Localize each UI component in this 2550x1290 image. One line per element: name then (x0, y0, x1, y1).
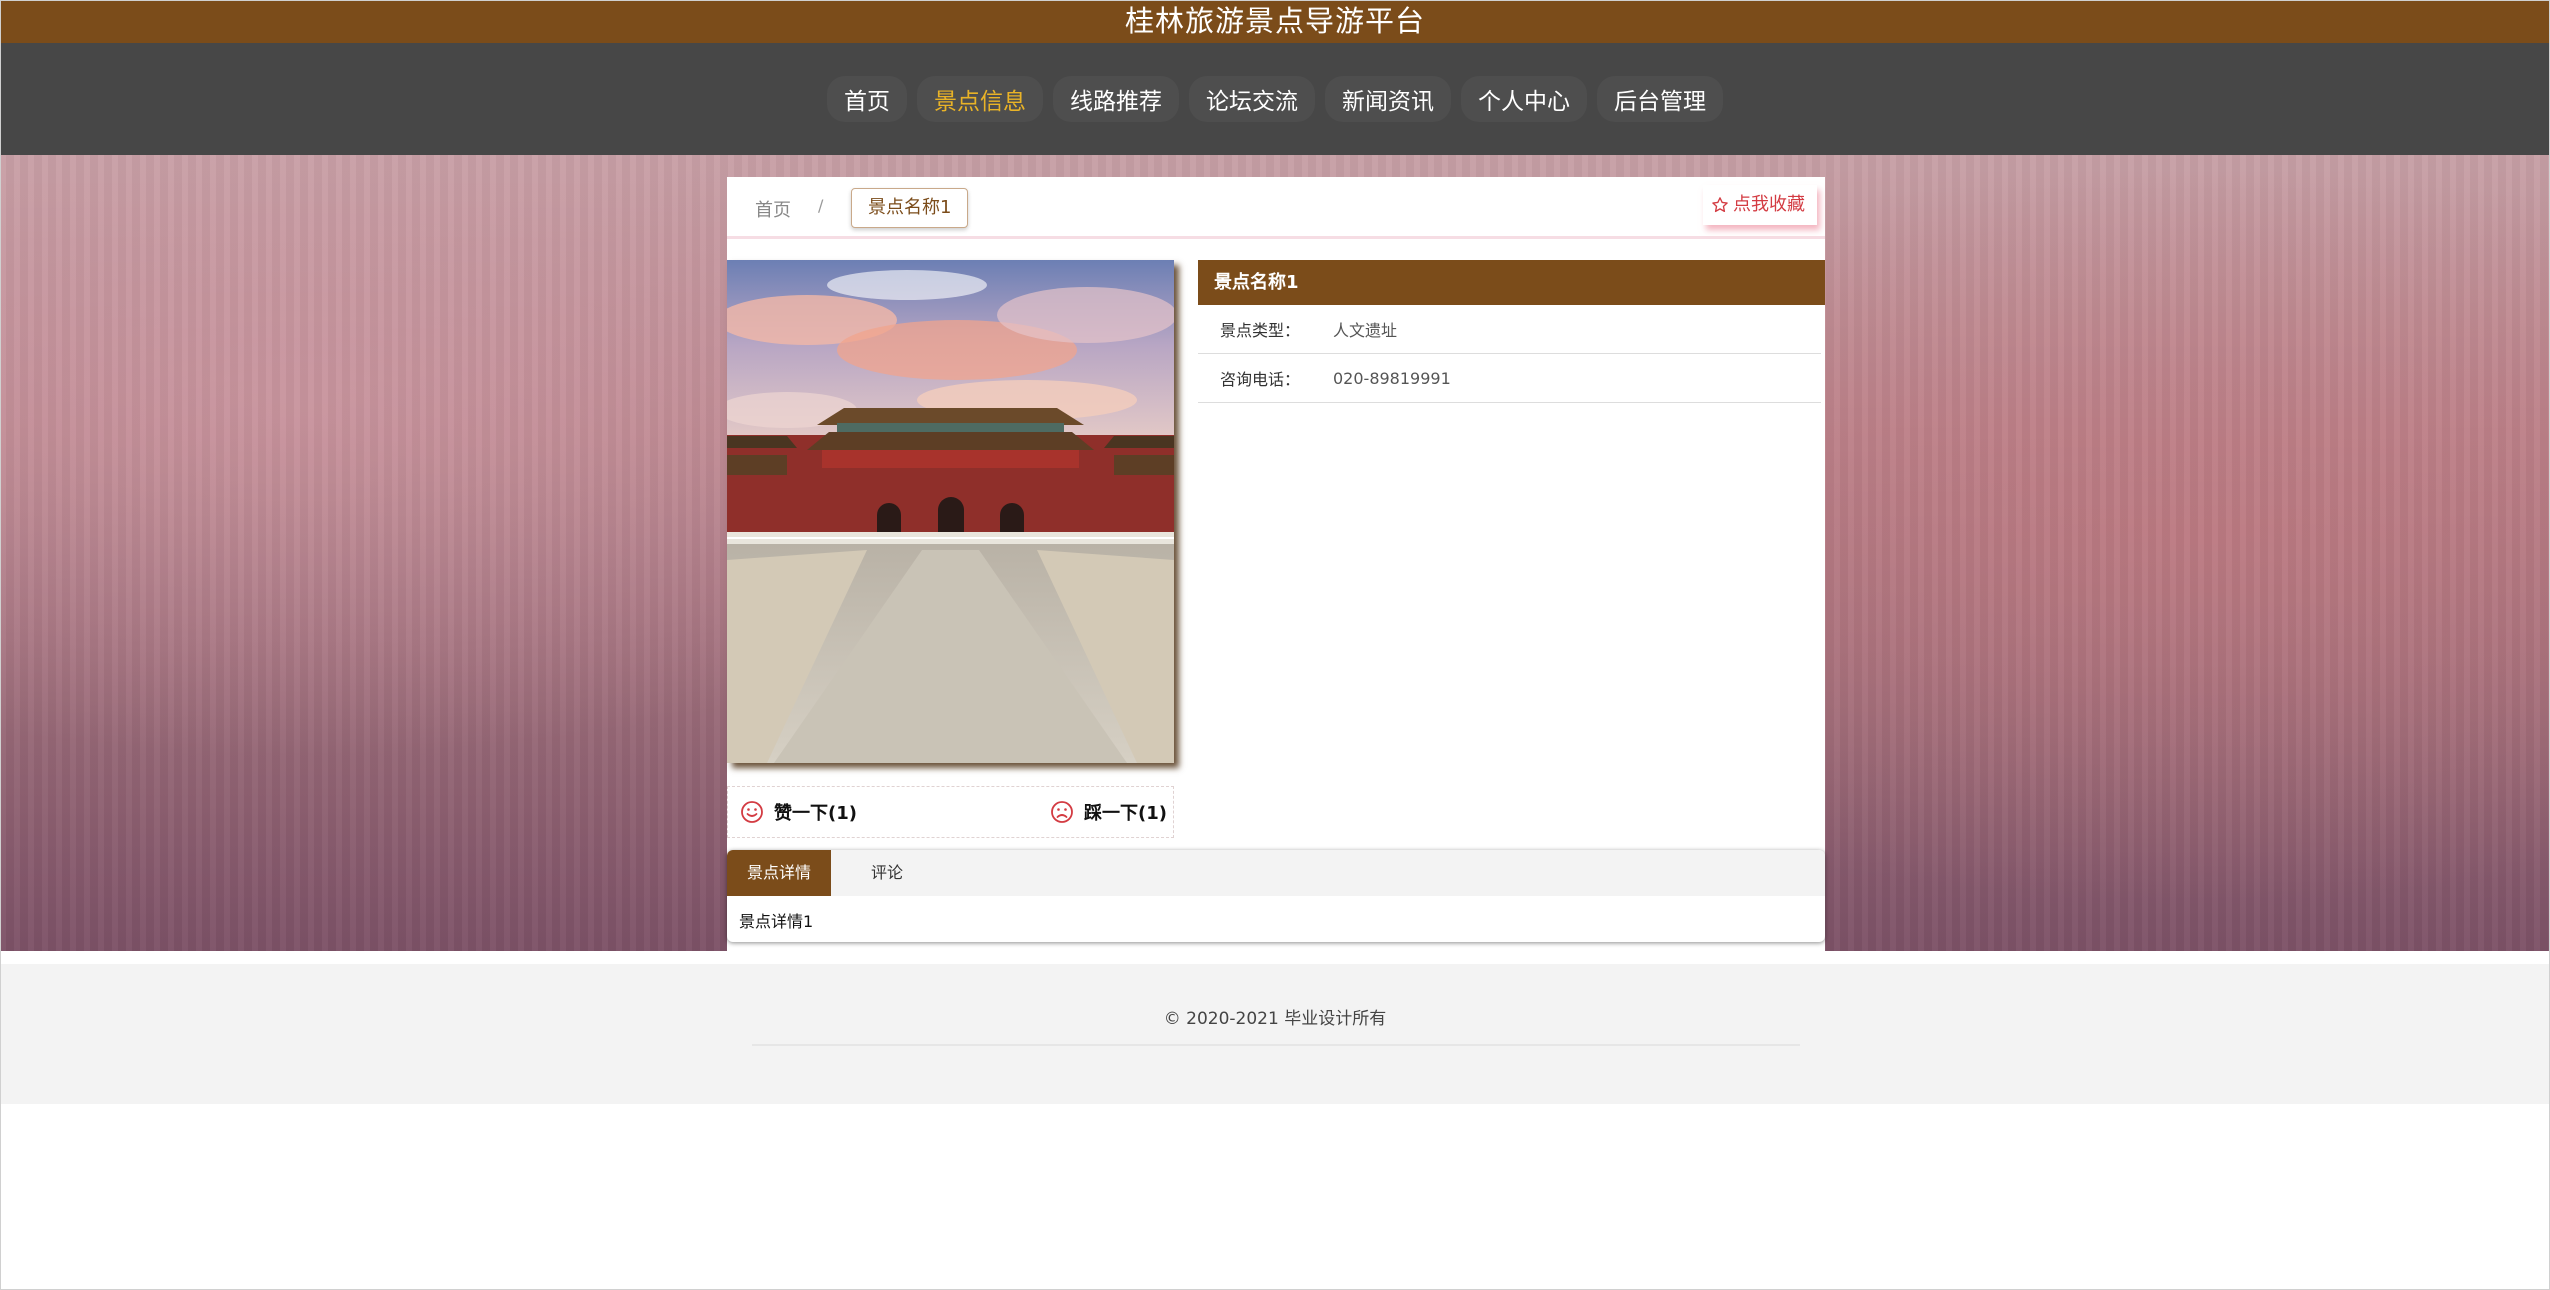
like-button[interactable]: 赞一下(1) (740, 799, 857, 825)
frown-icon (1051, 801, 1073, 823)
vote-box: 赞一下(1) 踩一下(1) (727, 786, 1174, 838)
copyright-text: © 2020-2021 毕业设计所有 (1163, 1009, 1387, 1029)
info-label: 咨询电话： (1220, 370, 1301, 389)
spot-info-panel: 景点名称1 景点类型： 人文遗址 咨询电话： 020-89819991 (1198, 260, 1825, 403)
nav-item-forum[interactable]: 论坛交流 (1189, 76, 1315, 122)
main-nav: 首页 景点信息 线路推荐 论坛交流 新闻资讯 个人中心 后台管理 (0, 43, 2550, 155)
info-row-phone: 咨询电话： 020-89819991 (1198, 354, 1821, 403)
site-title: 桂林旅游景点导游平台 (1124, 4, 1425, 38)
detail-tabs: 景点详情 评论 景点详情1 (727, 850, 1825, 942)
spot-name-heading: 景点名称1 (1198, 260, 1825, 305)
nav-item-admin[interactable]: 后台管理 (1597, 76, 1723, 122)
nav-item-profile[interactable]: 个人中心 (1461, 76, 1587, 122)
breadcrumb-home[interactable]: 首页 (755, 196, 791, 222)
nav-item-news[interactable]: 新闻资讯 (1325, 76, 1451, 122)
breadcrumb-separator: / (818, 196, 824, 215)
like-label: 赞一下(1) (774, 803, 857, 824)
nav-item-home[interactable]: 首页 (827, 76, 907, 122)
site-title-bar: 桂林旅游景点导游平台 (0, 0, 2550, 43)
spot-photo (727, 260, 1174, 763)
info-value: 020-89819991 (1333, 368, 1451, 388)
breadcrumb-current[interactable]: 景点名称1 (851, 188, 969, 228)
smile-icon (741, 801, 763, 823)
footer-divider (752, 1044, 1800, 1046)
info-label: 景点类型： (1220, 321, 1301, 340)
info-value: 人文遗址 (1333, 321, 1398, 340)
tab-bar: 景点详情 评论 (727, 850, 1825, 896)
breadcrumb: 首页 / 景点名称1 点我收藏 (727, 177, 1825, 239)
tab-spot-detail[interactable]: 景点详情 (727, 850, 832, 896)
dislike-button[interactable]: 踩一下(1) (1050, 799, 1167, 825)
star-outline-icon (1712, 197, 1728, 213)
nav-item-routes[interactable]: 线路推荐 (1053, 76, 1179, 122)
info-row-type: 景点类型： 人文遗址 (1198, 305, 1821, 354)
favorite-label: 点我收藏 (1733, 194, 1805, 215)
tab-comments[interactable]: 评论 (831, 850, 943, 896)
nav-item-spots[interactable]: 景点信息 (917, 76, 1043, 122)
favorite-button[interactable]: 点我收藏 (1703, 185, 1817, 225)
dislike-label: 踩一下(1) (1084, 803, 1167, 824)
tab-content: 景点详情1 (739, 912, 814, 931)
footer: © 2020-2021 毕业设计所有 (0, 964, 2550, 1104)
spot-detail-container: 首页 / 景点名称1 点我收藏 赞一下(1) 踩一下(1) 景点名称1 景点类型… (727, 177, 1825, 951)
